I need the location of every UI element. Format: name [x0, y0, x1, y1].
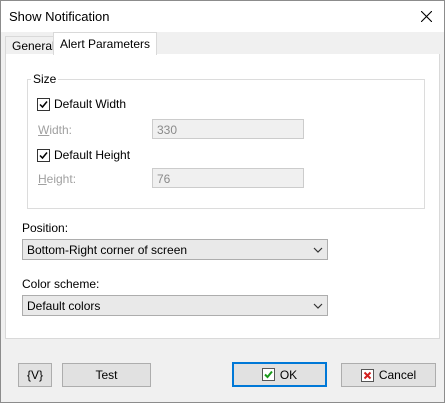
close-icon: [420, 11, 432, 22]
default-width-checkbox[interactable]: Default Width: [37, 97, 126, 111]
cancel-button[interactable]: Cancel: [341, 363, 436, 387]
ok-button-label: OK: [279, 367, 298, 382]
tab-general-label: General: [12, 39, 55, 53]
checkmark-icon: [261, 368, 275, 381]
variables-button-label: {V}: [26, 368, 44, 382]
chevron-down-icon: [313, 300, 323, 314]
position-select[interactable]: Bottom-Right corner of screen: [22, 239, 328, 260]
window-title: Show Notification: [9, 9, 110, 24]
tab-alert-parameters[interactable]: Alert Parameters: [53, 32, 158, 55]
size-group-legend: Size: [31, 72, 59, 86]
height-input[interactable]: 76: [152, 168, 304, 188]
default-height-checkbox[interactable]: Default Height: [37, 148, 130, 162]
cancel-icon: [360, 368, 374, 382]
color-scheme-select[interactable]: Default colors: [22, 295, 328, 316]
tab-alert-parameters-label: Alert Parameters: [60, 37, 151, 51]
default-width-checkbox-box[interactable]: [37, 97, 50, 111]
dialog-window: Show Notification General Alert Paramete…: [0, 0, 445, 403]
chevron-down-icon: [313, 244, 323, 258]
test-button[interactable]: Test: [62, 363, 151, 387]
color-scheme-selected-value: Default colors: [27, 299, 101, 313]
default-height-checkbox-box[interactable]: [37, 148, 50, 162]
default-width-label: Default Width: [54, 97, 127, 111]
default-height-label: Default Height: [54, 148, 131, 162]
checkmark-icon: [39, 100, 48, 108]
ok-button[interactable]: OK: [232, 362, 327, 387]
width-label: Width:: [38, 123, 73, 137]
height-label: Height:: [38, 172, 77, 186]
checkmark-icon: [39, 151, 48, 159]
test-button-label: Test: [95, 368, 118, 382]
cancel-button-label: Cancel: [378, 368, 417, 382]
close-button[interactable]: [408, 1, 444, 32]
variables-button[interactable]: {V}: [18, 363, 52, 387]
title-bar: Show Notification: [1, 1, 444, 32]
position-label: Position:: [22, 221, 69, 235]
position-selected-value: Bottom-Right corner of screen: [27, 243, 188, 257]
width-input[interactable]: 330: [152, 119, 304, 139]
color-scheme-label: Color scheme:: [22, 277, 100, 291]
